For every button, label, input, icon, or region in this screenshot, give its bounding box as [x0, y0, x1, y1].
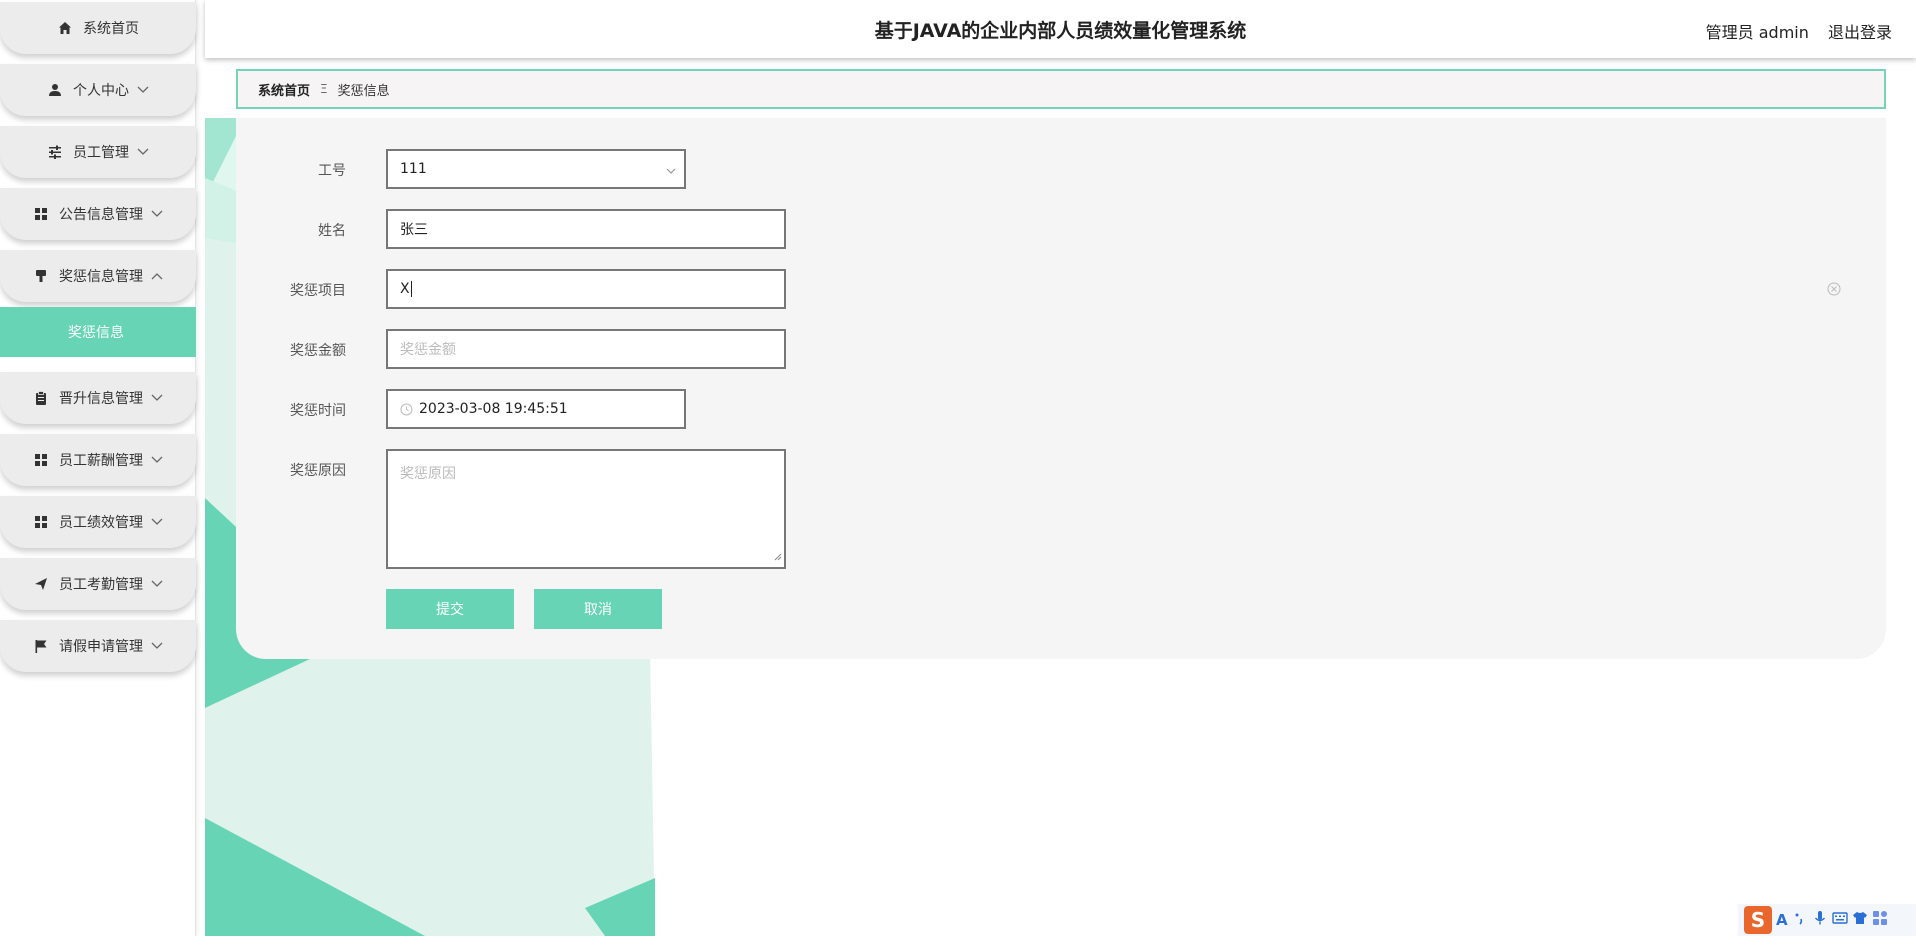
reason-textarea[interactable]: 奖惩原因 [386, 449, 786, 569]
name-label: 姓名 [318, 223, 346, 239]
flag-icon [33, 638, 49, 654]
chevron-down-icon [151, 516, 163, 528]
time-label: 奖惩时间 [290, 403, 346, 419]
ime-mode[interactable]: A [1776, 911, 1788, 929]
sliders-icon [47, 144, 63, 160]
name-value: 张三 [400, 222, 428, 238]
breadcrumb-home[interactable]: 系统首页 [258, 80, 310, 99]
sidebar-item-employee[interactable]: 员工管理 [0, 126, 196, 178]
person-icon [47, 82, 63, 98]
sidebar-item-leave[interactable]: 请假申请管理 [0, 620, 196, 672]
submit-button[interactable]: 提交 [386, 589, 514, 629]
name-field[interactable]: 张三 [386, 209, 786, 249]
resize-grip-icon[interactable] [774, 549, 782, 565]
form-card: 工号 111 姓名 张三 奖惩项目 X 奖惩金额 奖惩金额 奖惩时间 2023-… [236, 118, 1886, 659]
clock-icon [400, 403, 413, 416]
sidebar-item-label: 晋升信息管理 [59, 391, 143, 407]
sidebar-item-label: 系统首页 [83, 21, 139, 37]
user-label: 管理员 admin [1705, 23, 1809, 42]
breadcrumb: 系统首页 Ξ 奖惩信息 [236, 69, 1886, 109]
sidebar-subitem-label: 奖惩信息 [68, 325, 124, 341]
project-value: X [400, 281, 410, 297]
project-field[interactable]: X [386, 269, 786, 309]
sidebar-item-label: 员工薪酬管理 [59, 453, 143, 469]
keyboard-icon[interactable] [1831, 910, 1848, 930]
home-icon [57, 20, 73, 36]
user-area: 管理员 admin 退出登录 [1696, 19, 1892, 43]
reason-label: 奖惩原因 [290, 463, 346, 479]
sidebar-subitem-reward-info[interactable]: 奖惩信息 [0, 307, 196, 357]
text-cursor [410, 281, 412, 297]
time-picker[interactable]: 2023-03-08 19:45:51 [386, 389, 686, 429]
punctuation-icon[interactable] [1792, 910, 1808, 930]
amount-label: 奖惩金额 [290, 343, 346, 359]
sidebar-item-label: 奖惩信息管理 [59, 269, 143, 285]
logout-link[interactable]: 退出登录 [1828, 23, 1892, 42]
toolbox-grid-icon[interactable] [1872, 910, 1888, 930]
clipboard-icon [33, 390, 49, 406]
chevron-down-icon [137, 84, 149, 96]
sidebar-item-label: 员工管理 [73, 145, 129, 161]
sidebar: 系统首页 个人中心 员工管理 公告信息管理 奖惩信息管理 奖惩信息 晋升信息管理… [0, 0, 196, 936]
microphone-icon[interactable] [1812, 910, 1828, 930]
amount-placeholder: 奖惩金额 [400, 342, 456, 358]
grid-icon [33, 206, 49, 222]
sogou-logo-icon[interactable]: S [1744, 906, 1772, 934]
page-title: 基于JAVA的企业内部人员绩效量化管理系统 [874, 19, 1247, 42]
sidebar-item-salary[interactable]: 员工薪酬管理 [0, 434, 196, 486]
sidebar-item-notice[interactable]: 公告信息管理 [0, 188, 196, 240]
chevron-down-icon [137, 146, 149, 158]
chevron-down-icon [151, 208, 163, 220]
chevron-down-icon [666, 164, 676, 174]
send-icon [33, 576, 49, 592]
sidebar-item-attendance[interactable]: 员工考勤管理 [0, 558, 196, 610]
grid-icon [33, 452, 49, 468]
chevron-down-icon [151, 392, 163, 404]
gonghao-value: 111 [400, 161, 427, 177]
sidebar-item-label: 个人中心 [73, 83, 129, 99]
sidebar-item-reward-punishment[interactable]: 奖惩信息管理 [0, 250, 196, 302]
breadcrumb-current: 奖惩信息 [337, 83, 390, 99]
gonghao-select[interactable]: 111 [386, 149, 686, 189]
sidebar-item-label: 请假申请管理 [59, 639, 143, 655]
chevron-down-icon [151, 578, 163, 590]
cancel-button[interactable]: 取消 [534, 589, 662, 629]
sidebar-item-home[interactable]: 系统首页 [0, 2, 196, 54]
project-label: 奖惩项目 [290, 283, 346, 299]
sidebar-item-promotion[interactable]: 晋升信息管理 [0, 372, 196, 424]
sidebar-item-label: 员工绩效管理 [59, 515, 143, 531]
ime-toolbar: S A [1738, 904, 1916, 936]
gonghao-label: 工号 [318, 163, 346, 179]
top-header: 基于JAVA的企业内部人员绩效量化管理系统 管理员 admin 退出登录 [205, 0, 1916, 58]
clear-icon[interactable] [1827, 281, 1841, 300]
time-value: 2023-03-08 19:45:51 [419, 401, 568, 417]
grid-icon [33, 514, 49, 530]
chevron-up-icon [151, 270, 163, 282]
amount-field[interactable]: 奖惩金额 [386, 329, 786, 369]
sidebar-item-label: 公告信息管理 [59, 207, 143, 223]
chevron-down-icon [151, 640, 163, 652]
chevron-down-icon [151, 454, 163, 466]
sidebar-item-personal-center[interactable]: 个人中心 [0, 64, 196, 116]
skin-shirt-icon[interactable] [1852, 910, 1868, 930]
sidebar-item-performance[interactable]: 员工绩效管理 [0, 496, 196, 548]
sidebar-item-label: 员工考勤管理 [59, 577, 143, 593]
brush-icon [33, 268, 49, 284]
reason-placeholder: 奖惩原因 [400, 466, 456, 482]
breadcrumb-separator: Ξ [320, 82, 328, 96]
